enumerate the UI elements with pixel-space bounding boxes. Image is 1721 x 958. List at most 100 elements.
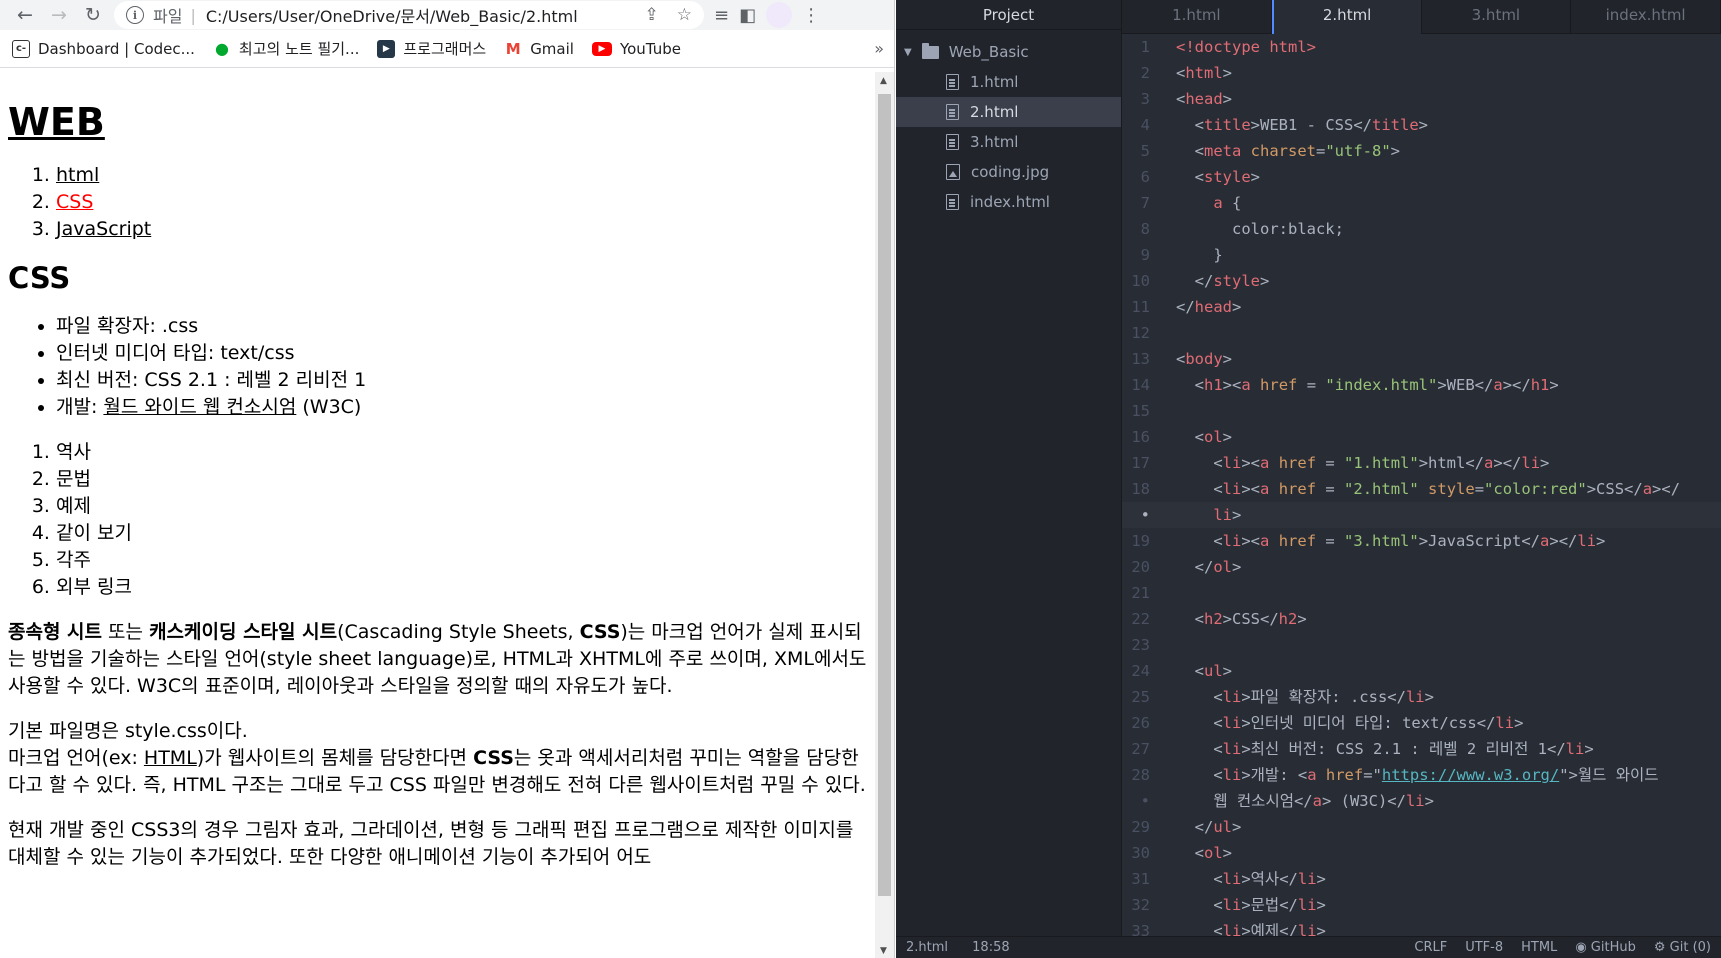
code-line[interactable]: 16 <ol> [1122,424,1721,450]
code-line[interactable]: 25 <li>파일 확장자: .css</li> [1122,684,1721,710]
address-url[interactable]: C:/Users/User/OneDrive/문서/Web_Basic/2.ht… [206,3,578,27]
status-github[interactable]: ◉ GitHub [1575,940,1636,955]
code-line[interactable]: 15 [1122,398,1721,424]
profile-avatar[interactable] [766,2,793,28]
code-line[interactable]: 29 </ul> [1122,814,1721,840]
code-line[interactable]: 24 <ul> [1122,658,1721,684]
status-cursor[interactable]: 18:58 [972,940,1009,955]
reload-button[interactable]: ↻ [76,1,110,29]
tree-file-2-html[interactable]: 2.html [896,97,1121,127]
status-encoding[interactable]: UTF-8 [1465,940,1503,955]
code-line[interactable]: 20 </ol> [1122,554,1721,580]
code-line[interactable]: 5 <meta charset="utf-8"> [1122,138,1721,164]
nav-link-javascript[interactable]: JavaScript [56,218,151,240]
code-line[interactable]: • 웹 컨소시엄</a> (W3C)</li> [1122,788,1721,814]
code-line[interactable]: 27 <li>최신 버전: CSS 2.1 : 레벨 2 리비전 1</li> [1122,736,1721,762]
code-line[interactable]: 14 <h1><a href = "index.html">WEB</a></h… [1122,372,1721,398]
side-panel-icon[interactable]: ◧ [739,5,756,26]
code-line[interactable]: 10 </style> [1122,268,1721,294]
code-line[interactable]: 8 color:black; [1122,216,1721,242]
code-line[interactable]: 12 [1122,320,1721,346]
tree-folder-web-basic[interactable]: ▼ Web_Basic [896,37,1121,67]
code-area[interactable]: 1 <!doctype html> 2 <html> 3 <head> 4 <title>W… [1122,34,1721,936]
bookmark-evernote[interactable]: ● 최고의 노트 필기... [213,38,359,59]
code-line[interactable]: 31 <li>역사</li> [1122,866,1721,892]
nav-link-css[interactable]: CSS [56,191,93,213]
reading-list-icon[interactable]: ≡ [714,5,729,26]
share-icon[interactable]: ⇪ [645,5,659,25]
status-eol[interactable]: CRLF [1414,940,1447,955]
code-line[interactable]: 13 <body> [1122,346,1721,372]
info-icon[interactable]: i [126,6,144,24]
bookmark-gmail[interactable]: M Gmail [504,40,574,58]
code-line[interactable]: 33 <li>예제</li> [1122,918,1721,936]
tab-index-html[interactable]: index.html [1571,0,1721,34]
code-line[interactable]: 1 <!doctype html> [1122,34,1721,60]
line-number: 11 [1131,298,1150,316]
nav-link-html[interactable]: html [56,164,99,186]
code-line[interactable]: 17 <li><a href = "1.html">html</a></li> [1122,450,1721,476]
html-link[interactable]: HTML [144,747,197,769]
code-token: < [1176,142,1204,160]
code-token: > [1424,688,1434,706]
status-git[interactable]: ⚙ Git (0) [1654,940,1711,955]
line-number: 22 [1131,610,1150,628]
code-token: li [1222,454,1242,472]
code-line[interactable]: • li> [1122,502,1721,528]
bookmark-programmers[interactable]: ▶ 프로그래머스 [377,38,486,59]
code-line[interactable]: 18 <li><a href = "2.html" style="color:r… [1122,476,1721,502]
page-scrollbar[interactable]: ▲ ▼ [875,72,894,958]
menu-kebab-icon[interactable]: ⋮ [802,5,820,26]
bookmark-youtube[interactable]: ▶ YouTube [591,40,681,58]
code-token: > [1316,896,1326,914]
code-line[interactable]: 11 </head> [1122,294,1721,320]
chevron-down-icon[interactable]: ▼ [904,47,912,58]
bookmarks-overflow-button[interactable]: » [874,39,884,58]
line-number: 16 [1131,428,1150,446]
code-line[interactable]: 3 <head> [1122,86,1721,112]
code-line[interactable]: 28 <li>개발: <a href="https://www.w3.org/"… [1122,762,1721,788]
tree-file-coding-jpg[interactable]: coding.jpg [896,157,1121,187]
bookmark-star-icon[interactable]: ☆ [677,5,692,25]
code-token: { [1222,194,1242,212]
code-token: a [1484,454,1494,472]
code-line[interactable]: 4 <title>WEB1 - CSS</title> [1122,112,1721,138]
code-line[interactable]: 30 <ol> [1122,840,1721,866]
code-line[interactable]: 2 <html> [1122,60,1721,86]
code-line[interactable]: 32 <li>문법</li> [1122,892,1721,918]
tree-file-1-html[interactable]: 1.html [896,67,1121,97]
forward-button[interactable]: → [42,1,76,29]
code-line[interactable]: 19 <li><a href = "3.html">JavaScript</a>… [1122,528,1721,554]
code-line[interactable]: 7 a { [1122,190,1721,216]
code-line[interactable]: 22 <h2>CSS</h2> [1122,606,1721,632]
code-line[interactable]: 6 <style> [1122,164,1721,190]
back-button[interactable]: ← [8,1,42,29]
tree-file-3-html[interactable]: 3.html [896,127,1121,157]
tab-3-html[interactable]: 3.html [1422,0,1572,34]
bookmark-codecademy[interactable]: c- Dashboard | Codec... [12,39,195,58]
web-home-link[interactable]: WEB [8,100,105,144]
code-token: meta [1204,142,1242,160]
code-line[interactable]: 21 [1122,580,1721,606]
tree-file-index-html[interactable]: index.html [896,187,1121,217]
w3c-link[interactable]: 월드 와이드 웹 컨소시엄 [103,396,296,418]
scrollbar-thumb[interactable] [878,94,891,896]
line-number: 5 [1140,142,1150,160]
code-token: ul [1213,818,1232,836]
scroll-down-arrow-icon[interactable]: ▼ [880,946,887,956]
scroll-up-arrow-icon[interactable]: ▲ [880,76,887,86]
code-token: < [1176,350,1186,368]
status-file[interactable]: 2.html [906,940,948,955]
status-grammar[interactable]: HTML [1521,940,1557,955]
code-line[interactable]: 26 <li>인터넷 미디어 타입: text/css</li> [1122,710,1721,736]
code-token: </ [1176,818,1214,836]
tab-2-html[interactable]: 2.html [1271,0,1422,34]
code-line[interactable]: 9 } [1122,242,1721,268]
text: 기본 파일명은 style.css이다. [8,720,248,742]
code-line[interactable]: 23 [1122,632,1721,658]
line-number: 12 [1131,324,1150,342]
address-bar[interactable]: i 파일 | C:/Users/User/OneDrive/문서/Web_Bas… [114,1,704,29]
code-token: < [1176,714,1223,732]
tab-1-html[interactable]: 1.html [1122,0,1272,34]
